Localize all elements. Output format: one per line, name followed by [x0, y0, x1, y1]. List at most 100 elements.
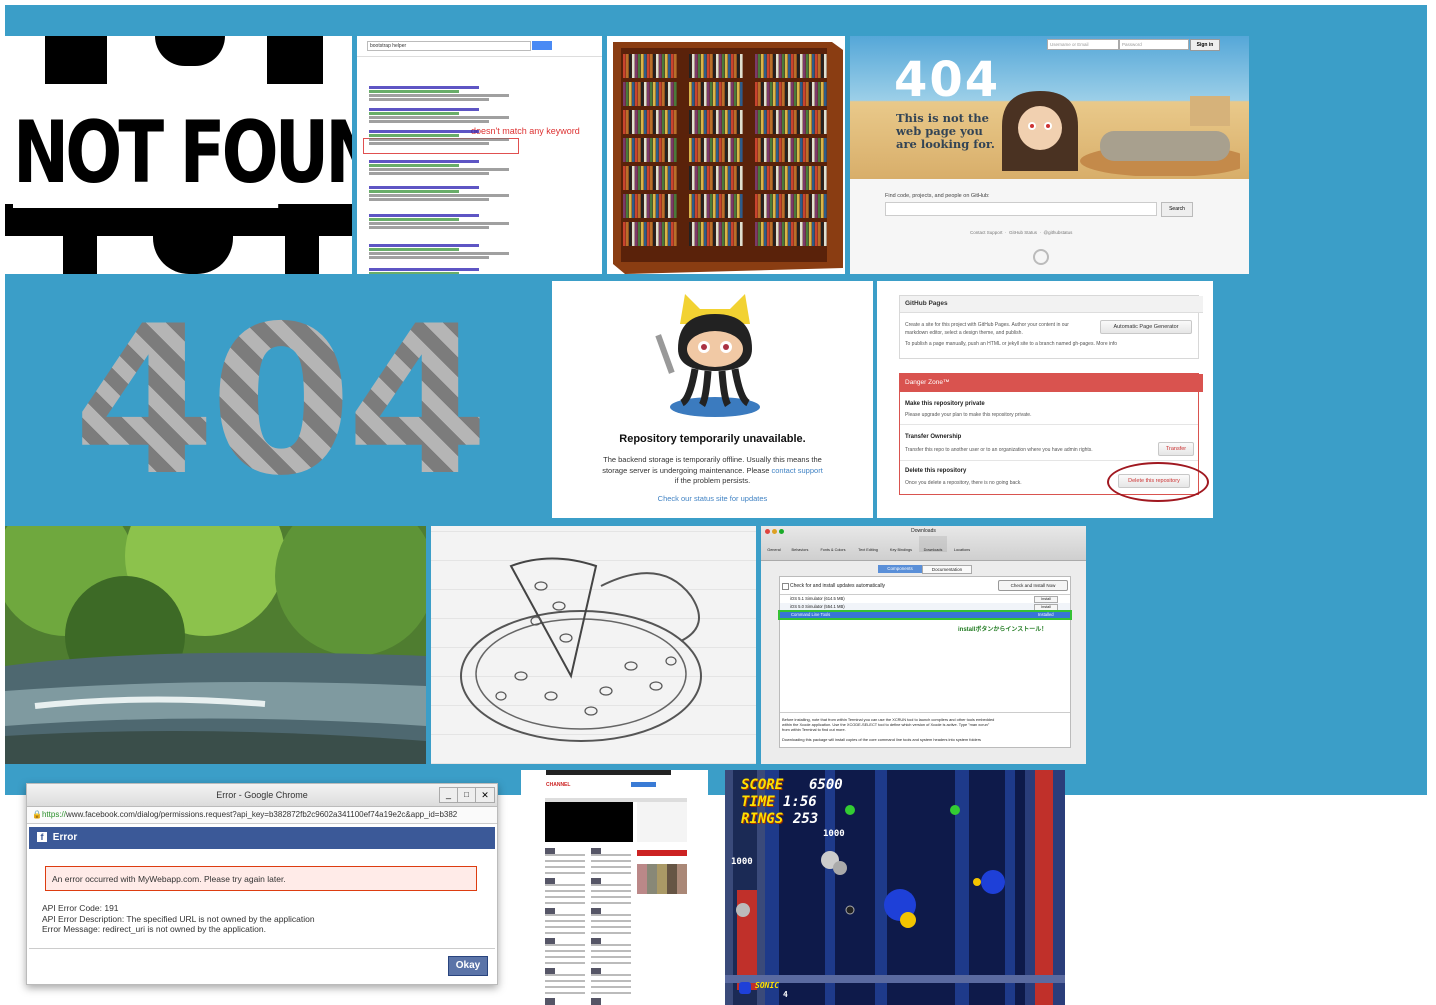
book-spine: [716, 82, 719, 106]
repo-unavailable-screenshot: Repository temporarily unavailable. The …: [552, 281, 873, 518]
book-spine: [809, 166, 812, 190]
tab-documentation[interactable]: Documentation: [922, 565, 972, 574]
auto-update-checkbox[interactable]: [782, 583, 789, 590]
toolbar-behaviors[interactable]: Behaviors: [787, 536, 813, 552]
transfer-button[interactable]: Transfer: [1158, 442, 1194, 456]
book-spine: [716, 138, 719, 162]
article-line: [545, 890, 585, 892]
toolbar-text-editing[interactable]: Text Editing: [853, 536, 883, 552]
panel-title: GitHub Pages: [900, 296, 1203, 313]
result-line: [369, 108, 479, 111]
book-spine: [689, 194, 692, 218]
annotation-text: installボタンからインストール！: [958, 627, 1048, 633]
contact-support-link[interactable]: Contact Support: [970, 230, 1003, 235]
book-spine: [701, 194, 704, 218]
book-spine: [659, 82, 662, 106]
book-spine: [629, 82, 632, 106]
result-line: [369, 168, 509, 171]
book-spine: [794, 110, 797, 134]
description-line: from within Terminal to find out more.: [782, 727, 846, 733]
githubstatus-link[interactable]: @githubstatus: [1044, 230, 1073, 235]
book-spine: [695, 54, 698, 78]
check-install-button[interactable]: Check and Install Now: [998, 580, 1068, 591]
toolbar-key-bindings[interactable]: Key Bindings: [885, 536, 917, 552]
article-line: [591, 992, 631, 994]
github-status-link[interactable]: GitHub Status: [1009, 230, 1037, 235]
search-button[interactable]: [532, 41, 552, 50]
book-spine: [821, 54, 824, 78]
book-spine: [725, 222, 728, 246]
book-spine: [656, 54, 659, 78]
book-spine: [776, 138, 779, 162]
result-line: [369, 268, 479, 271]
password-input[interactable]: Password: [1119, 39, 1189, 50]
divider: [780, 712, 1070, 713]
github-search-input[interactable]: [885, 202, 1157, 216]
book-spine: [710, 138, 713, 162]
article-line: [591, 926, 631, 928]
book-spine: [716, 110, 719, 134]
github-search-button[interactable]: Search: [1161, 202, 1193, 217]
book-spine: [722, 54, 725, 78]
book-spine: [704, 110, 707, 134]
book-spine: [755, 194, 758, 218]
book-spine: [737, 110, 740, 134]
book-spine: [719, 194, 722, 218]
book-spine: [713, 194, 716, 218]
lives-value: 4: [783, 990, 788, 999]
book-spine: [659, 110, 662, 134]
book-spine: [626, 194, 629, 218]
article-line: [591, 986, 631, 988]
okay-button[interactable]: Okay: [448, 956, 488, 976]
book-spine: [809, 194, 812, 218]
search-input[interactable]: bootstrap helper: [367, 41, 531, 51]
minimize-icon[interactable]: _: [439, 787, 458, 803]
book-spine: [725, 194, 728, 218]
article-line: [591, 890, 631, 892]
sonic-life-icon: [739, 982, 751, 994]
body-text: storage server is undergoing maintenance…: [602, 465, 772, 475]
result-line: [369, 244, 479, 247]
book-spine: [692, 138, 695, 162]
username-input[interactable]: Username or Email: [1047, 39, 1119, 50]
tab-components[interactable]: Components: [878, 565, 922, 573]
github-settings-screenshot: GitHub Pages Create a site for this proj…: [877, 281, 1213, 518]
book-spine: [818, 166, 821, 190]
book-spine: [641, 110, 644, 134]
book-spine: [782, 222, 785, 246]
book-spine: [737, 54, 740, 78]
toolbar-general[interactable]: General: [763, 536, 785, 552]
book-spine: [779, 166, 782, 190]
toolbar-downloads[interactable]: Downloads: [919, 536, 947, 552]
book-spine: [737, 194, 740, 218]
article-line: [545, 866, 585, 868]
window-title: Error - Google Chrome: [216, 790, 308, 800]
auto-page-generator-button[interactable]: Automatic Page Generator: [1100, 320, 1192, 334]
book-spine: [809, 222, 812, 246]
book-spine: [794, 222, 797, 246]
toolbar-fonts-colors[interactable]: Fonts & Colors: [815, 536, 851, 552]
book-spine: [659, 222, 662, 246]
book-spine: [728, 138, 731, 162]
downloads-panel: Check for and install updates automatica…: [778, 576, 1072, 748]
table-row[interactable]: iOS 5.1 Simulator (614.5 MB) Install: [780, 595, 1070, 603]
sign-in-button[interactable]: Sign in: [1190, 39, 1220, 51]
close-icon[interactable]: ✕: [475, 787, 495, 803]
book-spine: [785, 166, 788, 190]
maximize-icon[interactable]: □: [457, 787, 476, 803]
address-bar[interactable]: 🔒https://www.facebook.com/dialog/permiss…: [27, 807, 497, 824]
book-spine: [803, 222, 806, 246]
book-spine: [626, 222, 629, 246]
book-spine: [806, 194, 809, 218]
book-spine: [785, 110, 788, 134]
book-spine: [821, 110, 824, 134]
video-player[interactable]: [545, 802, 633, 842]
article-line: [591, 998, 601, 1005]
toolbar-locations[interactable]: Locations: [949, 536, 975, 552]
book-spine: [632, 194, 635, 218]
status-site-link[interactable]: Check our status site for updates: [552, 494, 873, 503]
table-row-selected[interactable]: Command Line Tools Installed: [778, 610, 1072, 620]
install-button[interactable]: Install: [1034, 596, 1058, 603]
contact-support-link[interactable]: contact support: [772, 466, 823, 475]
error-message: This is not the web page you are looking…: [896, 112, 995, 151]
